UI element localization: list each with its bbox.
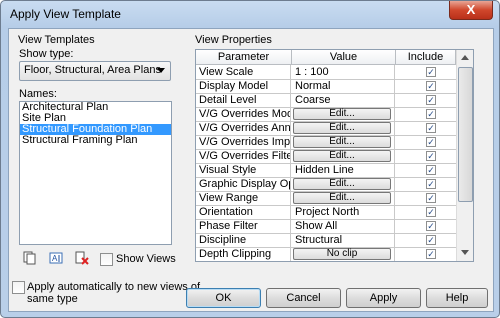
value-cell: Edit... (291, 121, 395, 135)
include-checkbox[interactable]: ✓ (426, 151, 436, 161)
edit-button[interactable]: Edit... (293, 150, 391, 162)
table-row[interactable]: Orientation Project North ✓ (196, 205, 473, 220)
view-properties-label: View Properties (195, 34, 272, 46)
duplicate-icon[interactable] (23, 251, 37, 265)
value-cell: Edit... (291, 135, 395, 149)
include-checkbox[interactable]: ✓ (426, 165, 436, 175)
parameter-cell: Visual Style (196, 163, 291, 177)
table-row[interactable]: Discipline Structural ✓ (196, 233, 473, 248)
parameter-cell: Orientation (196, 205, 291, 219)
ok-button[interactable]: OK (186, 288, 261, 308)
show-type-value: Floor, Structural, Area Plans (24, 64, 161, 76)
table-row[interactable]: Graphic Display OptionEdit... ✓ (196, 177, 473, 192)
apply-automatically-checkbox[interactable] (12, 281, 25, 294)
view-properties-grid: Parameter Value Include View Scale 1 : 10… (195, 49, 474, 262)
value-cell[interactable]: Normal (291, 79, 395, 93)
value-cell: Edit... (291, 149, 395, 163)
value-cell[interactable]: Project North (291, 205, 395, 219)
cancel-button[interactable]: Cancel (266, 288, 341, 308)
apply-button[interactable]: Apply (346, 288, 421, 308)
value-cell: Edit... (291, 107, 395, 121)
window-title: Apply View Template (10, 7, 121, 21)
parameter-cell: View Range (196, 191, 291, 205)
table-row[interactable]: V/G Overrides ImportEdit... ✓ (196, 135, 473, 150)
include-checkbox[interactable]: ✓ (426, 123, 436, 133)
include-checkbox[interactable]: ✓ (426, 81, 436, 91)
column-header-parameter: Parameter (196, 50, 292, 65)
parameter-cell: V/G Overrides Annotati (196, 121, 291, 135)
list-item[interactable]: Structural Framing Plan (20, 135, 171, 146)
table-row[interactable]: View Range Edit... ✓ (196, 191, 473, 206)
rename-icon[interactable]: A (49, 251, 63, 265)
apply-automatically-label: Apply automatically to new views of (27, 281, 201, 293)
edit-button[interactable]: Edit... (293, 192, 391, 204)
show-views-checkbox[interactable] (100, 253, 113, 266)
column-header-include: Include (396, 50, 456, 65)
include-checkbox[interactable]: ✓ (426, 221, 436, 231)
apply-automatically-label-cont: same type (27, 293, 78, 305)
table-row[interactable]: Phase Filter Show All ✓ (196, 219, 473, 234)
title-bar: Apply View Template X (1, 1, 499, 27)
dialog-client: View Templates Show type: Floor, Structu… (8, 28, 494, 312)
table-row[interactable]: Display Model Normal ✓ (196, 79, 473, 94)
include-checkbox[interactable]: ✓ (426, 207, 436, 217)
table-row[interactable]: Visual Style Hidden Line ✓ (196, 163, 473, 178)
parameter-cell: Phase Filter (196, 219, 291, 233)
scroll-up-icon[interactable] (461, 55, 469, 60)
edit-button[interactable]: Edit... (293, 122, 391, 134)
edit-button[interactable]: Edit... (293, 108, 391, 120)
help-button[interactable]: Help (426, 288, 488, 308)
parameter-cell: Detail Level (196, 93, 291, 107)
parameter-cell: V/G Overrides Filters (196, 149, 291, 163)
show-views-label: Show Views (116, 253, 176, 265)
value-cell: Edit... (291, 191, 395, 205)
close-button[interactable]: X (449, 1, 493, 20)
scroll-down-icon[interactable] (461, 250, 469, 255)
include-checkbox[interactable]: ✓ (426, 179, 436, 189)
table-row[interactable]: V/G Overrides FiltersEdit... ✓ (196, 149, 473, 164)
include-checkbox[interactable]: ✓ (426, 235, 436, 245)
svg-text:A: A (52, 254, 58, 263)
parameter-cell: V/G Overrides Import (196, 135, 291, 149)
include-checkbox[interactable]: ✓ (426, 109, 436, 119)
names-label: Names: (19, 88, 57, 100)
value-cell[interactable]: Structural (291, 233, 395, 247)
include-checkbox[interactable]: ✓ (426, 137, 436, 147)
table-row[interactable]: V/G Overrides ModelEdit... ✓ (196, 107, 473, 122)
include-checkbox[interactable]: ✓ (426, 95, 436, 105)
parameter-cell: Discipline (196, 233, 291, 247)
table-row[interactable]: Detail Level Coarse ✓ (196, 93, 473, 108)
view-templates-label: View Templates (18, 34, 95, 46)
names-list[interactable]: Architectural Plan Site Plan Structural … (19, 101, 172, 245)
value-cell[interactable]: 1 : 100 (291, 65, 395, 79)
edit-button[interactable]: Edit... (293, 178, 391, 190)
table-row[interactable]: View Scale 1 : 100 ✓ (196, 65, 473, 80)
delete-icon[interactable] (75, 251, 89, 265)
value-cell[interactable]: Coarse (291, 93, 395, 107)
parameter-cell: Depth Clipping (196, 247, 291, 261)
dialog-window: Apply View Template X View Templates Sho… (0, 0, 500, 318)
column-header-value: Value (292, 50, 396, 65)
show-type-dropdown[interactable]: Floor, Structural, Area Plans (19, 61, 171, 81)
chevron-down-icon (157, 68, 165, 73)
edit-button[interactable]: Edit... (293, 136, 391, 148)
include-checkbox[interactable]: ✓ (426, 67, 436, 77)
scroll-thumb[interactable] (458, 67, 473, 202)
parameter-cell: Display Model (196, 79, 291, 93)
value-cell[interactable]: Show All (291, 219, 395, 233)
include-checkbox[interactable]: ✓ (426, 249, 436, 259)
value-cell[interactable]: Hidden Line (291, 163, 395, 177)
edit-button[interactable]: No clip (293, 248, 391, 260)
parameter-cell: V/G Overrides Model (196, 107, 291, 121)
parameter-cell: Graphic Display Option (196, 177, 291, 191)
vertical-scrollbar[interactable] (456, 50, 473, 261)
value-cell: Edit... (291, 177, 395, 191)
include-checkbox[interactable]: ✓ (426, 193, 436, 203)
table-row[interactable]: V/G Overrides AnnotatiEdit... ✓ (196, 121, 473, 136)
show-type-label: Show type: (19, 48, 74, 60)
table-row[interactable]: Depth Clipping No clip ✓ (196, 247, 473, 261)
parameter-cell: View Scale (196, 65, 291, 79)
value-cell: No clip (291, 247, 395, 261)
